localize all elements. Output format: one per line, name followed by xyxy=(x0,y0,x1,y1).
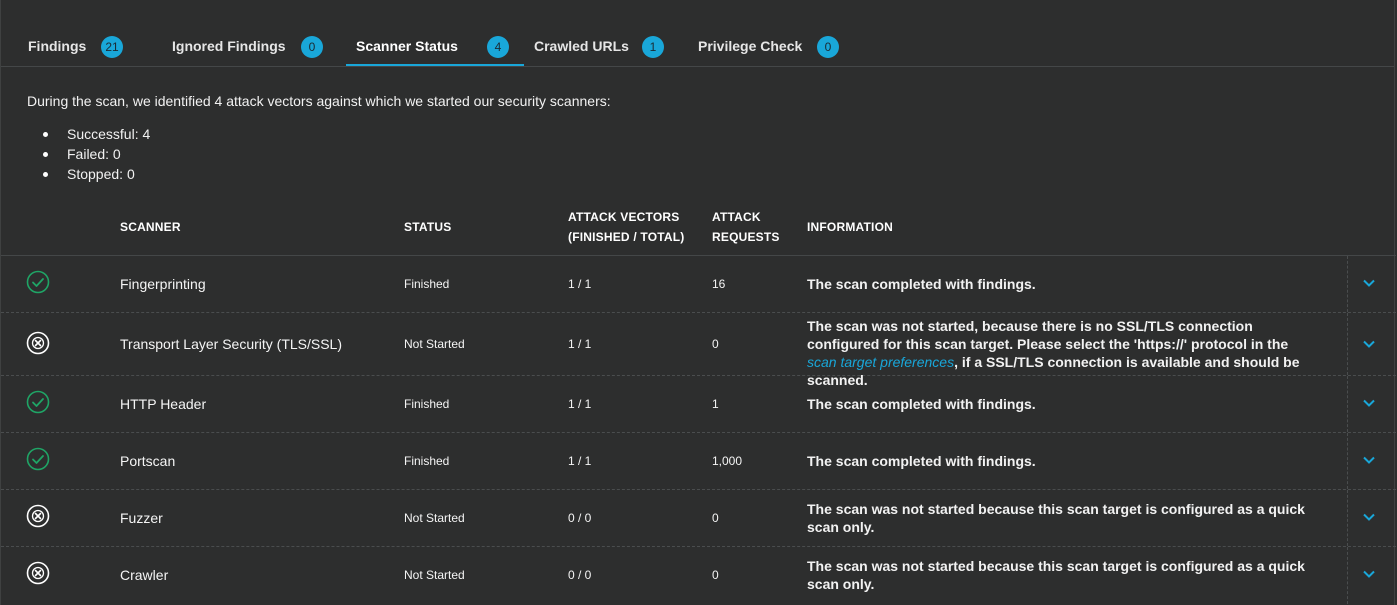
info-text: The scan was not started, because there … xyxy=(807,318,1289,352)
table-header: SCANNER STATUS ATTACK VECTORS (FINISHED … xyxy=(1,200,1396,256)
summary-list: Successful: 4 Failed: 0 Stopped: 0 xyxy=(27,124,611,184)
attack-requests: 1,000 xyxy=(712,454,743,468)
tab-findings[interactable]: Findings 21 xyxy=(1,29,141,66)
header-scanner: SCANNER xyxy=(120,220,181,234)
table-row: Fingerprinting Finished 1 / 1 16 The sca… xyxy=(1,256,1396,313)
tab-label: Scanner Status xyxy=(356,38,458,54)
summary-successful: Successful: 4 xyxy=(41,124,611,144)
check-circle-icon xyxy=(26,390,50,414)
table-row: Fuzzer Not Started 0 / 0 0 The scan was … xyxy=(1,490,1396,547)
scanner-status: Finished xyxy=(404,397,450,411)
table-row: Transport Layer Security (TLS/SSL) Not S… xyxy=(1,313,1396,388)
scanner-information: The scan completed with findings. xyxy=(807,276,1036,292)
chevron-down-icon xyxy=(1363,340,1375,348)
chevron-down-icon xyxy=(1363,570,1375,578)
x-circle-icon xyxy=(26,504,50,528)
chevron-down-icon xyxy=(1363,456,1375,464)
count-badge: 0 xyxy=(301,36,323,58)
attack-vectors: 0 / 0 xyxy=(568,511,592,525)
tab-crawled-urls[interactable]: Crawled URLs 1 xyxy=(524,29,674,66)
header-information: INFORMATION xyxy=(807,220,893,234)
scanner-name: Crawler xyxy=(120,567,169,583)
scan-summary: During the scan, we identified 4 attack … xyxy=(27,93,611,184)
chevron-down-icon xyxy=(1363,513,1375,521)
expand-row-button[interactable] xyxy=(1347,547,1396,604)
attack-requests: 0 xyxy=(712,568,719,582)
tab-bar: Findings 21 Ignored Findings 0 Scanner S… xyxy=(1,0,1394,67)
attack-vectors: 1 / 1 xyxy=(568,397,592,411)
expand-row-button[interactable] xyxy=(1347,376,1396,432)
tab-label: Crawled URLs xyxy=(534,38,629,54)
count-badge: 0 xyxy=(817,36,839,58)
attack-requests: 0 xyxy=(712,511,719,525)
expand-row-button[interactable] xyxy=(1347,490,1396,546)
attack-requests: 16 xyxy=(712,277,726,291)
expand-row-button[interactable] xyxy=(1347,433,1396,489)
chevron-down-icon xyxy=(1363,279,1375,287)
scanner-status: Finished xyxy=(404,454,450,468)
scanner-status: Not Started xyxy=(404,337,465,351)
x-circle-icon xyxy=(26,561,50,585)
summary-intro: During the scan, we identified 4 attack … xyxy=(27,93,611,109)
scan-results-panel: Findings 21 Ignored Findings 0 Scanner S… xyxy=(0,0,1396,605)
summary-failed: Failed: 0 xyxy=(41,144,611,164)
tab-privilege-check[interactable]: Privilege Check 0 xyxy=(686,29,856,66)
summary-stopped: Stopped: 0 xyxy=(41,164,611,184)
scanner-status: Not Started xyxy=(404,511,465,525)
scanner-name: Fingerprinting xyxy=(120,276,206,292)
tab-label: Findings xyxy=(28,38,87,54)
tab-label: Privilege Check xyxy=(698,38,803,54)
header-attack-vectors: ATTACK VECTORS (FINISHED / TOTAL) xyxy=(568,207,684,247)
header-line: ATTACK xyxy=(712,210,761,224)
scanner-information: The scan was not started because this sc… xyxy=(807,501,1305,535)
table-row: HTTP Header Finished 1 / 1 1 The scan co… xyxy=(1,376,1396,433)
scanner-name: Fuzzer xyxy=(120,510,163,526)
scanner-name: HTTP Header xyxy=(120,396,207,412)
count-badge: 21 xyxy=(101,36,123,58)
scanner-information: The scan was not started because this sc… xyxy=(807,558,1305,592)
expand-row-button[interactable] xyxy=(1347,256,1396,312)
count-badge: 1 xyxy=(642,36,664,58)
expand-row-button[interactable] xyxy=(1347,313,1396,375)
scanner-status: Finished xyxy=(404,277,450,291)
scanner-information: The scan completed with findings. xyxy=(807,396,1036,412)
tab-ignored-findings[interactable]: Ignored Findings 0 xyxy=(151,29,341,66)
scanner-status: Not Started xyxy=(404,568,465,582)
attack-vectors: 1 / 1 xyxy=(568,454,592,468)
tab-scanner-status[interactable]: Scanner Status 4 xyxy=(346,29,524,66)
header-attack-requests: ATTACK REQUESTS xyxy=(712,207,780,247)
scanner-name: Transport Layer Security (TLS/SSL) xyxy=(120,336,343,352)
attack-vectors: 1 / 1 xyxy=(568,337,592,351)
check-circle-icon xyxy=(26,270,50,294)
attack-requests: 0 xyxy=(712,337,719,351)
scanner-information: The scan completed with findings. xyxy=(807,453,1036,469)
x-circle-icon xyxy=(26,331,50,355)
header-status: STATUS xyxy=(404,220,452,234)
attack-vectors: 1 / 1 xyxy=(568,277,592,291)
attack-requests: 1 xyxy=(712,397,719,411)
chevron-down-icon xyxy=(1363,399,1375,407)
tab-label: Ignored Findings xyxy=(172,38,286,54)
count-badge: 4 xyxy=(487,36,509,58)
header-line: (FINISHED / TOTAL) xyxy=(568,230,685,244)
scan-target-preferences-link[interactable]: scan target preferences xyxy=(807,354,954,370)
table-row: Portscan Finished 1 / 1 1,000 The scan c… xyxy=(1,433,1396,490)
scanner-name: Portscan xyxy=(120,453,176,469)
scanner-status-table: SCANNER STATUS ATTACK VECTORS (FINISHED … xyxy=(1,200,1396,604)
attack-vectors: 0 / 0 xyxy=(568,568,592,582)
table-row: Crawler Not Started 0 / 0 0 The scan was… xyxy=(1,547,1396,604)
header-line: REQUESTS xyxy=(712,230,780,244)
header-line: ATTACK VECTORS xyxy=(568,210,680,224)
check-circle-icon xyxy=(26,447,50,471)
